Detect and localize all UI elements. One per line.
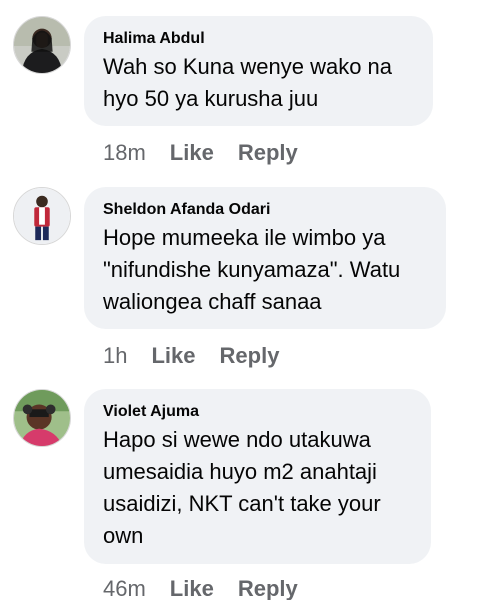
comment-text-line: hyo 50 ya kurusha juu	[103, 86, 319, 111]
comment-text-line: Hope mumeeka ile wimbo ya	[103, 225, 386, 250]
comment-timestamp[interactable]: 46m	[103, 576, 146, 600]
comment-text-line: waliongea chaff sanaa	[103, 289, 322, 314]
like-button[interactable]: Like	[170, 576, 214, 600]
reply-button[interactable]: Reply	[238, 576, 298, 600]
avatar[interactable]	[13, 187, 71, 245]
reply-button[interactable]: Reply	[220, 343, 280, 368]
reply-button[interactable]: Reply	[238, 140, 298, 165]
comment-text-line: usaidizi, NKT can't take your	[103, 491, 381, 516]
comment-bubble: Sheldon Afanda Odari Hope mumeeka ile wi…	[84, 187, 446, 329]
comment-timestamp[interactable]: 18m	[103, 140, 146, 165]
comment-text: Wah so Kuna wenye wako na hyo 50 ya kuru…	[103, 51, 415, 115]
like-button[interactable]: Like	[170, 140, 214, 165]
like-button[interactable]: Like	[151, 343, 195, 368]
comment-author[interactable]: Halima Abdul	[103, 29, 415, 49]
comment-bubble: Violet Ajuma Hapo si wewe ndo utakuwa um…	[84, 389, 431, 564]
comment-actions: 46m Like Reply	[103, 576, 298, 600]
comment-text-line: umesaidia huyo m2 anahtaji	[103, 459, 377, 484]
comment-text: Hope mumeeka ile wimbo ya "nifundishe ku…	[103, 222, 428, 318]
avatar[interactable]	[13, 389, 71, 447]
comment-actions: 18m Like Reply	[103, 140, 298, 166]
comments-list: Halima Abdul Wah so Kuna wenye wako na h…	[0, 0, 480, 600]
comment-author[interactable]: Sheldon Afanda Odari	[103, 200, 428, 220]
avatar[interactable]	[13, 16, 71, 74]
comment-timestamp[interactable]: 1h	[103, 343, 127, 368]
comment-text: Hapo si wewe ndo utakuwa umesaidia huyo …	[103, 424, 413, 552]
comment-text-line: Wah so Kuna wenye wako na	[103, 54, 393, 79]
comment-text-line: "nifundishe kunyamaza". Watu	[103, 257, 401, 282]
comment-actions: 1h Like Reply	[103, 343, 279, 369]
comment-bubble: Halima Abdul Wah so Kuna wenye wako na h…	[84, 16, 433, 126]
comment-text-line: Hapo si wewe ndo utakuwa	[103, 427, 371, 452]
comment-author[interactable]: Violet Ajuma	[103, 402, 413, 422]
comment-text-line: own	[103, 523, 144, 548]
